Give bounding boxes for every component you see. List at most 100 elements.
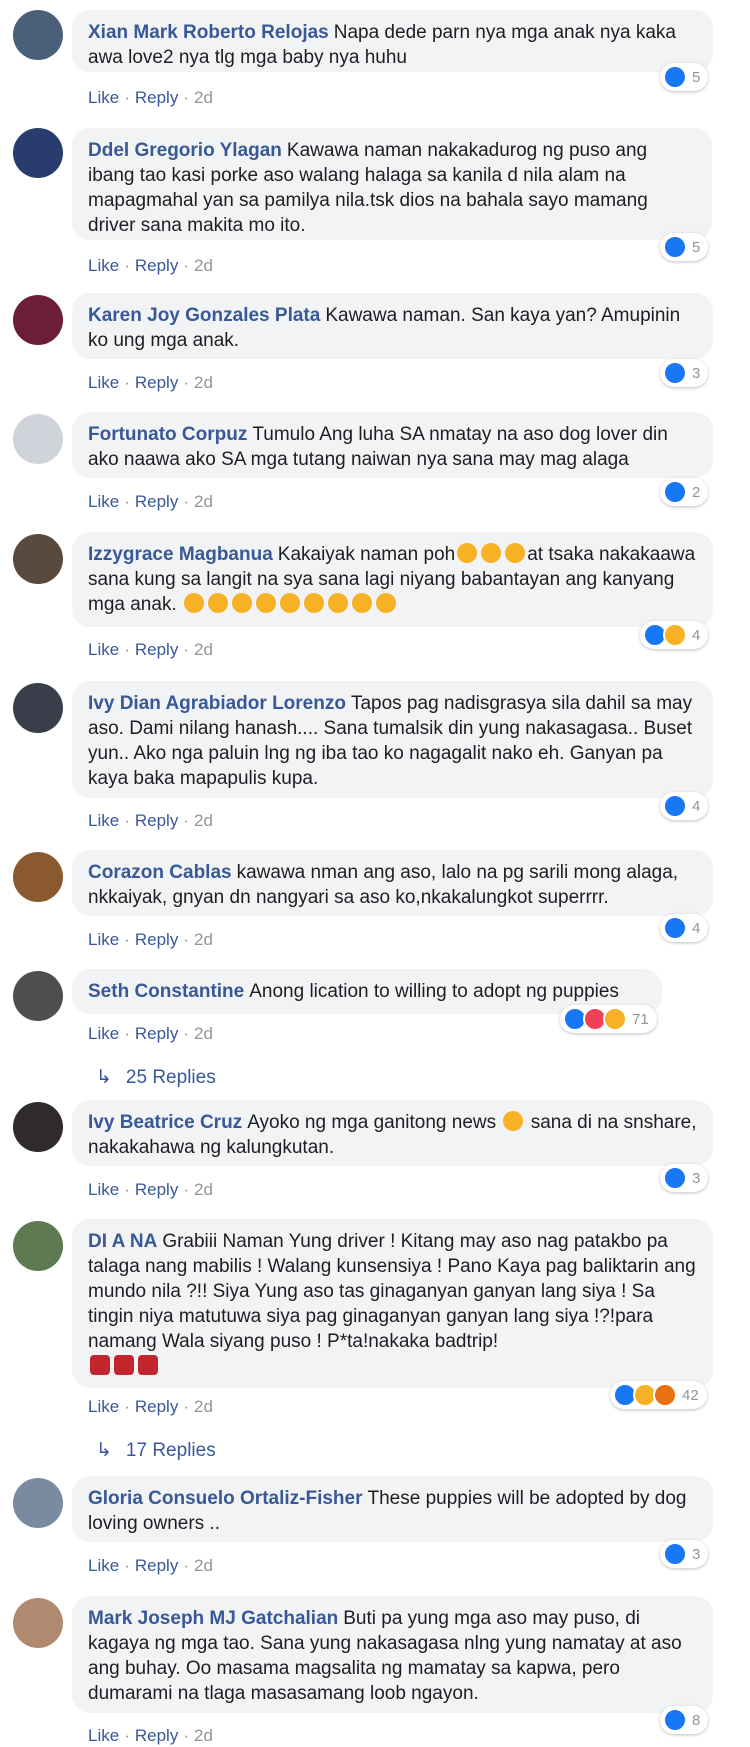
avatar[interactable] [13,414,63,464]
separator: · [183,88,189,107]
reply-link[interactable]: Reply [135,88,178,107]
commenter-name[interactable]: Xian Mark Roberto Relojas [88,22,329,43]
timestamp[interactable]: 2d [194,640,213,659]
commenter-name[interactable]: Mark Joseph MJ Gatchalian [88,1608,338,1629]
reaction-count: 3 [692,1169,701,1187]
separator: · [183,1556,189,1575]
reaction-count: 8 [692,1711,701,1729]
avatar[interactable] [13,1102,63,1152]
like-link[interactable]: Like [88,492,119,511]
reaction-summary[interactable]: 4 [660,914,709,942]
timestamp[interactable]: 2d [194,1397,213,1416]
timestamp[interactable]: 2d [194,1180,213,1199]
reaction-summary[interactable]: 2 [660,478,709,506]
replies-count: 17 Replies [125,1440,216,1461]
commenter-name[interactable]: Ivy Beatrice Cruz [88,1112,242,1133]
comment-bubble: Fortunato Corpuz Tumulo Ang luha SA nmata… [72,412,713,478]
reply-link[interactable]: Reply [135,1024,178,1043]
avatar[interactable] [13,971,63,1021]
reply-link[interactable]: Reply [135,811,178,830]
commenter-name[interactable]: Ivy Dian Agrabiador Lorenzo [88,693,346,714]
separator: · [183,1726,189,1745]
timestamp[interactable]: 2d [194,1726,213,1745]
like-link[interactable]: Like [88,1397,119,1416]
reaction-summary[interactable]: 42 [610,1381,707,1409]
reaction-summary[interactable]: 5 [660,63,709,91]
reaction-summary[interactable]: 8 [660,1706,709,1734]
commenter-name[interactable]: Seth Constantine [88,981,244,1002]
comment-actions: Like · Reply · 2d [88,811,213,831]
timestamp[interactable]: 2d [194,1024,213,1043]
avatar[interactable] [13,1598,63,1648]
commenter-name[interactable]: Ddel Gregorio Ylagan [88,140,282,161]
view-replies-link[interactable]: ↳ 17 Replies [96,1439,216,1462]
like-link[interactable]: Like [88,930,119,949]
timestamp[interactable]: 2d [194,492,213,511]
timestamp[interactable]: 2d [194,373,213,392]
like-link[interactable]: Like [88,811,119,830]
commenter-name[interactable]: Gloria Consuelo Ortaliz-Fisher [88,1488,363,1509]
separator: · [183,492,189,511]
reaction-summary[interactable]: 3 [660,359,709,387]
reply-link[interactable]: Reply [135,1180,178,1199]
commenter-name[interactable]: Izzygrace Magbanua [88,544,273,565]
commenter-name[interactable]: DI A NA [88,1231,157,1252]
crying-emoji-icon [208,593,229,613]
reaction-summary[interactable]: 4 [640,621,709,649]
reply-link[interactable]: Reply [135,640,178,659]
like-link[interactable]: Like [88,1024,119,1043]
commenter-name[interactable]: Fortunato Corpuz [88,424,247,445]
timestamp[interactable]: 2d [194,88,213,107]
reply-link[interactable]: Reply [135,492,178,511]
comment-bubble: Ivy Dian Agrabiador Lorenzo Tapos pag nad… [72,681,713,798]
reply-link[interactable]: Reply [135,373,178,392]
avatar[interactable] [13,852,63,902]
reaction-count: 4 [692,626,701,644]
separator: · [183,373,189,392]
reply-link[interactable]: Reply [135,1556,178,1575]
comment-actions: Like · Reply · 2d [88,1556,213,1576]
commenter-name[interactable]: Karen Joy Gonzales Plata [88,305,320,326]
timestamp[interactable]: 2d [194,1556,213,1575]
reply-link[interactable]: Reply [135,930,178,949]
separator: · [183,1180,189,1199]
avatar[interactable] [13,128,63,178]
separator: · [183,1024,189,1043]
commenter-name[interactable]: Corazon Cablas [88,862,232,883]
reaction-summary[interactable]: 3 [660,1540,709,1568]
avatar[interactable] [13,1221,63,1271]
timestamp[interactable]: 2d [194,811,213,830]
avatar[interactable] [13,10,63,60]
reply-link[interactable]: Reply [135,256,178,275]
avatar[interactable] [13,534,63,584]
reaction-summary[interactable]: 3 [660,1164,709,1192]
avatar[interactable] [13,295,63,345]
separator: · [124,88,130,107]
comment-bubble: Gloria Consuelo Ortaliz-Fisher These pupp… [72,1476,713,1542]
reaction-count: 4 [692,797,701,815]
comment-actions: Like · Reply · 2d [88,930,213,950]
like-link[interactable]: Like [88,373,119,392]
avatar[interactable] [13,683,63,733]
reply-link[interactable]: Reply [135,1726,178,1745]
reaction-count: 42 [682,1386,699,1404]
reply-link[interactable]: Reply [135,1397,178,1416]
comment-bubble: Izzygrace Magbanua Kakaiyak naman poh at t… [72,532,713,627]
comment-bubble: Mark Joseph MJ Gatchalian Buti pa yung mg… [72,1596,713,1713]
like-link[interactable]: Like [88,640,119,659]
avatar[interactable] [13,1478,63,1528]
like-link[interactable]: Like [88,1726,119,1745]
view-replies-link[interactable]: ↳ 25 Replies [96,1066,216,1089]
like-link[interactable]: Like [88,1180,119,1199]
reaction-summary[interactable]: 71 [560,1005,657,1033]
like-link[interactable]: Like [88,256,119,275]
reaction-summary[interactable]: 5 [660,233,709,261]
crying-emoji-icon [232,593,253,613]
like-link[interactable]: Like [88,1556,119,1575]
sad-reaction-icon [663,623,687,647]
sad-emoji-icon [304,593,325,613]
timestamp[interactable]: 2d [194,256,213,275]
timestamp[interactable]: 2d [194,930,213,949]
reaction-summary[interactable]: 4 [660,792,709,820]
like-link[interactable]: Like [88,88,119,107]
